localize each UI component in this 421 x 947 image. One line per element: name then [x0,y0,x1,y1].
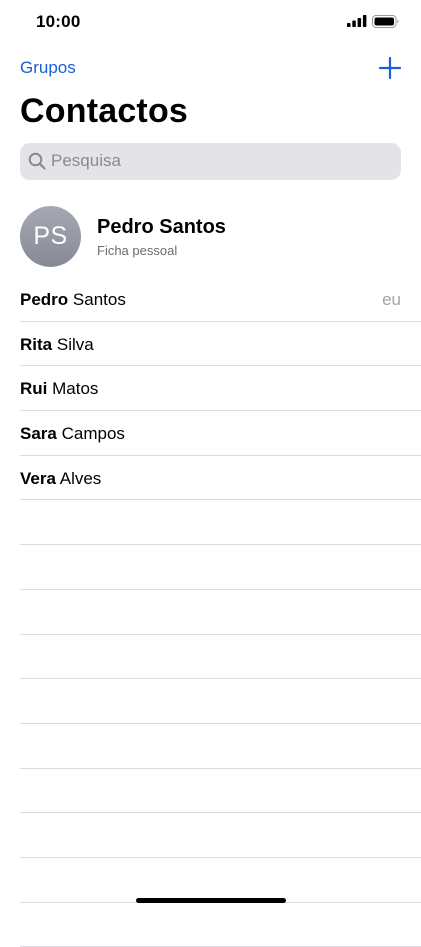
battery-icon [372,15,399,28]
empty-row [20,903,421,947]
empty-row [20,679,421,724]
empty-row [20,858,421,903]
search-input[interactable]: Pesquisa [20,143,401,180]
navigation-bar: Grupos [0,50,421,90]
contact-first-name: Rita [20,334,53,354]
contact-first-name: Sara [20,424,57,444]
contact-name: Vera Alves [20,469,101,489]
plus-icon[interactable] [376,54,404,82]
contact-last-name: Campos [61,424,125,444]
status-bar: 10:00 [0,0,421,44]
contact-row[interactable]: Vera Alves [20,456,421,501]
contact-name: Rui Matos [20,379,98,399]
search-placeholder: Pesquisa [51,151,121,170]
empty-row [20,769,421,814]
contact-last-name: Alves [59,468,102,488]
empty-row [20,813,421,858]
empty-row [20,590,421,635]
empty-row [20,724,421,769]
contact-row[interactable]: Sara Campos [20,411,421,456]
groups-button[interactable]: Grupos [20,58,76,78]
contact-row[interactable]: Pedro Santos eu [20,277,421,322]
empty-row [20,635,421,680]
status-time: 10:00 [36,12,81,31]
contact-name: Sara Campos [20,424,125,444]
contact-name: Pedro Santos [20,290,126,310]
contact-first-name: Pedro [20,290,69,309]
empty-row [20,545,421,590]
contact-list: Pedro Santos eu Rita Silva Rui Matos Sar… [0,277,421,947]
contact-row[interactable]: Rita Silva [20,322,421,367]
avatar: PS [20,206,81,267]
contact-first-name: Vera [20,468,56,488]
me-label: eu [382,290,401,309]
contact-first-name: Rui [20,379,48,399]
contact-last-name: Santos [72,290,126,309]
contact-last-name: Silva [56,334,94,354]
empty-row [20,500,421,546]
contact-row[interactable]: Rui Matos [20,366,421,412]
home-indicator[interactable] [136,898,286,903]
search-icon [28,152,46,170]
contact-last-name: Matos [52,379,99,399]
my-card-name: Pedro Santos [97,216,226,238]
cellular-signal-icon [347,15,367,27]
contact-name: Rita Silva [20,335,94,355]
page-title: Contactos [20,92,189,130]
my-card[interactable]: PS Pedro Santos Ficha pessoal [0,200,421,274]
my-card-subtitle: Ficha pessoal [97,243,178,258]
